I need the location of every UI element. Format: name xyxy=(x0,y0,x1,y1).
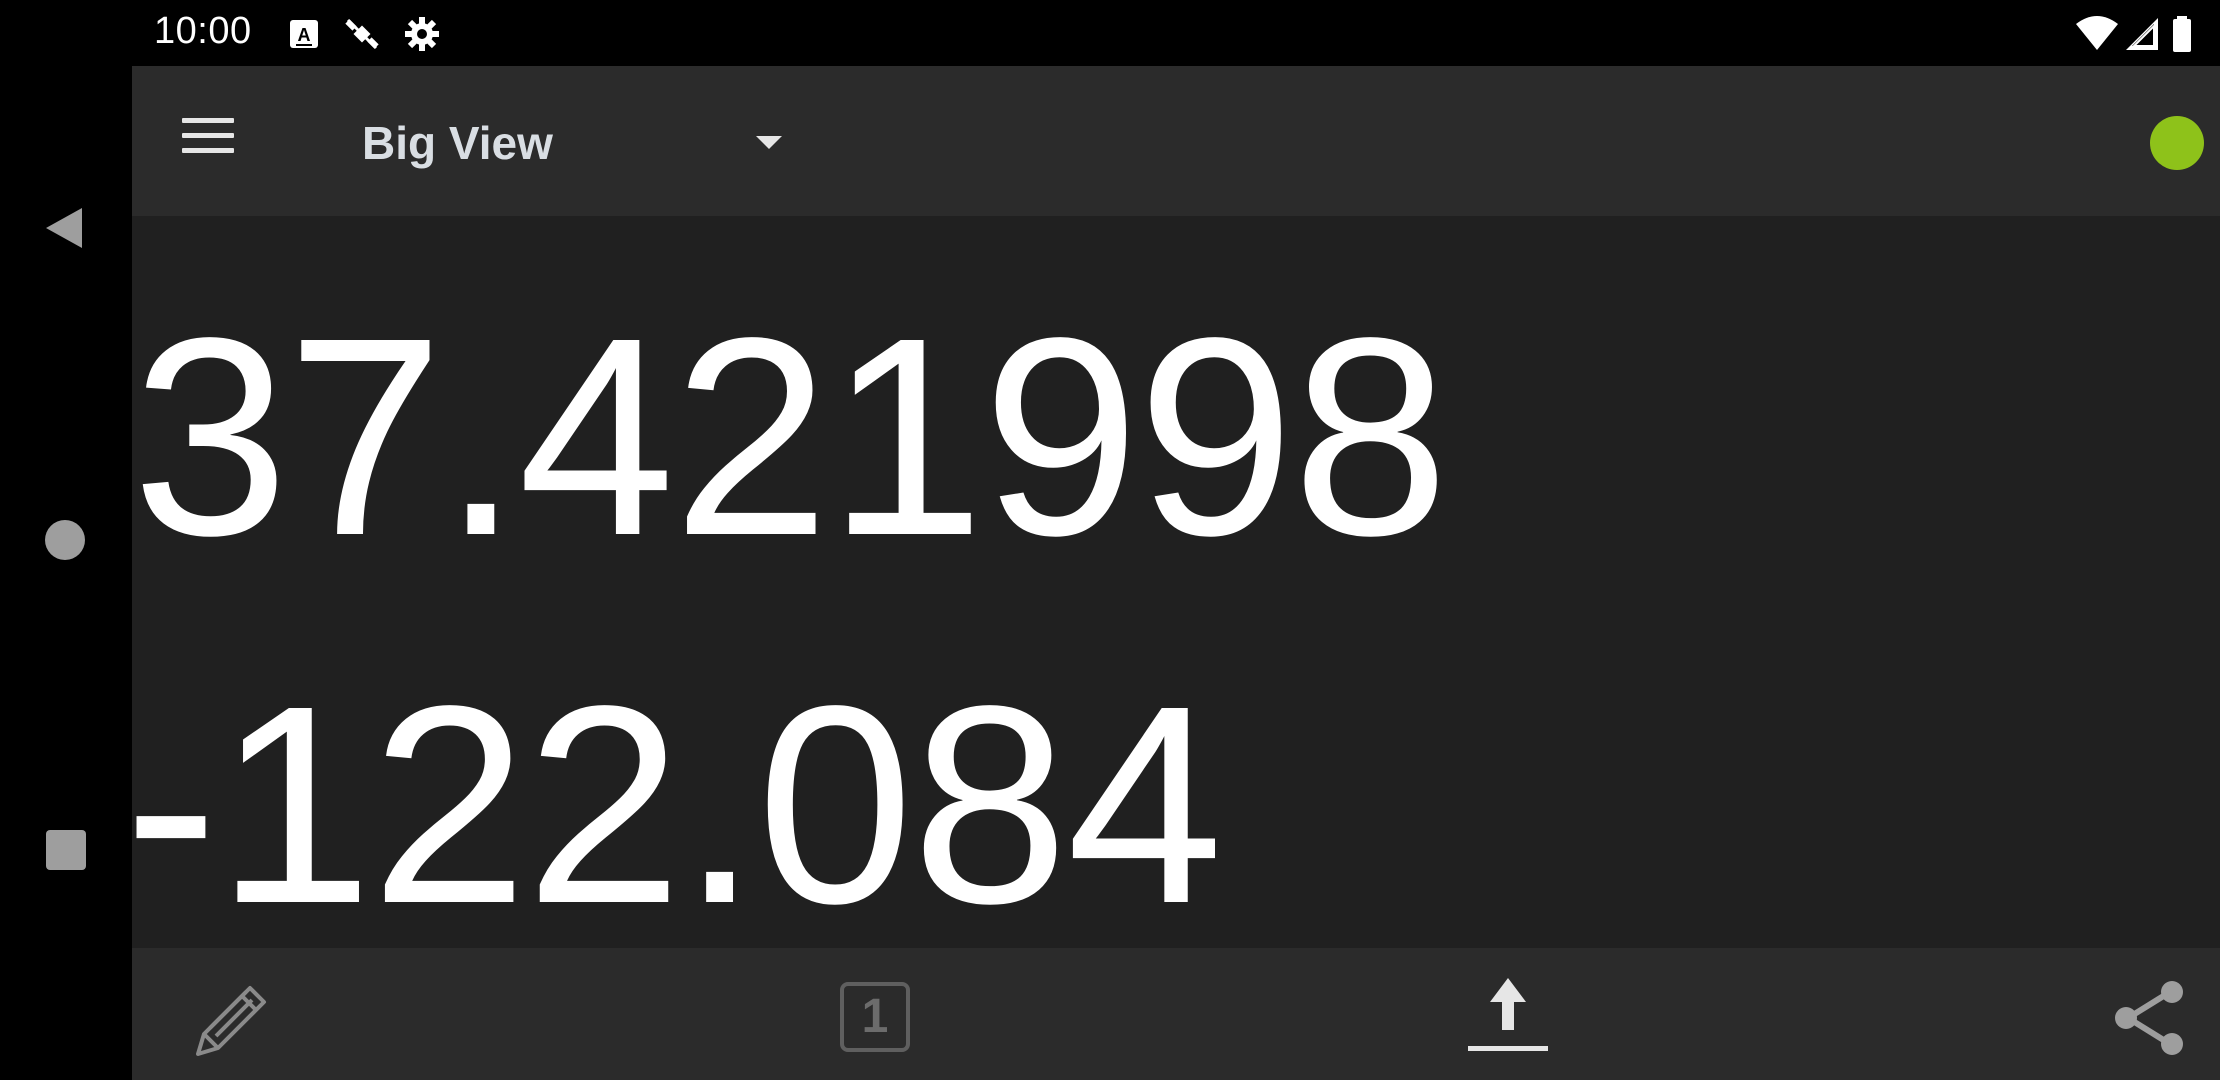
battery-icon xyxy=(2170,14,2194,54)
chevron-down-icon[interactable] xyxy=(756,136,782,149)
back-icon[interactable] xyxy=(42,204,88,257)
view-selector-dropdown[interactable]: Big View xyxy=(362,102,812,174)
edit-button[interactable] xyxy=(172,948,282,1080)
hamburger-menu-icon[interactable] xyxy=(172,106,242,170)
longitude-value: -122.084 xyxy=(124,647,1223,962)
coordinates-display: 37.421998 -122.084 xyxy=(124,216,2220,948)
gps-status-indicator xyxy=(2150,116,2204,170)
share-button[interactable] xyxy=(2092,948,2192,1080)
screen: 10:00 A Big View 37.421998 -122.084 1 xyxy=(0,0,2220,1080)
wifi-icon xyxy=(2074,14,2120,54)
status-bar: 10:00 A xyxy=(132,0,2220,66)
bottom-action-bar: 1 xyxy=(132,948,2220,1080)
satellite-off-icon xyxy=(342,14,382,54)
counter-button[interactable]: 1 xyxy=(822,948,932,1080)
pencil-icon xyxy=(190,978,274,1067)
view-selector-label: Big View xyxy=(362,117,553,169)
upload-icon xyxy=(1466,974,1550,1063)
cell-signal-icon xyxy=(2124,14,2162,54)
recents-icon[interactable] xyxy=(46,830,86,870)
navigation-bar xyxy=(0,0,132,1080)
toolbar: Big View xyxy=(132,66,2220,216)
status-time: 10:00 xyxy=(154,10,252,52)
upload-button[interactable] xyxy=(1452,948,1572,1080)
svg-text:A: A xyxy=(298,25,311,45)
settings-gear-icon xyxy=(402,14,442,54)
home-icon[interactable] xyxy=(45,520,85,560)
share-icon xyxy=(2110,978,2190,1063)
keyboard-a-icon: A xyxy=(284,14,324,54)
app-window: Big View 37.421998 -122.084 1 xyxy=(124,66,2220,1080)
counter-badge: 1 xyxy=(840,982,910,1052)
latitude-value: 37.421998 xyxy=(132,279,1449,594)
